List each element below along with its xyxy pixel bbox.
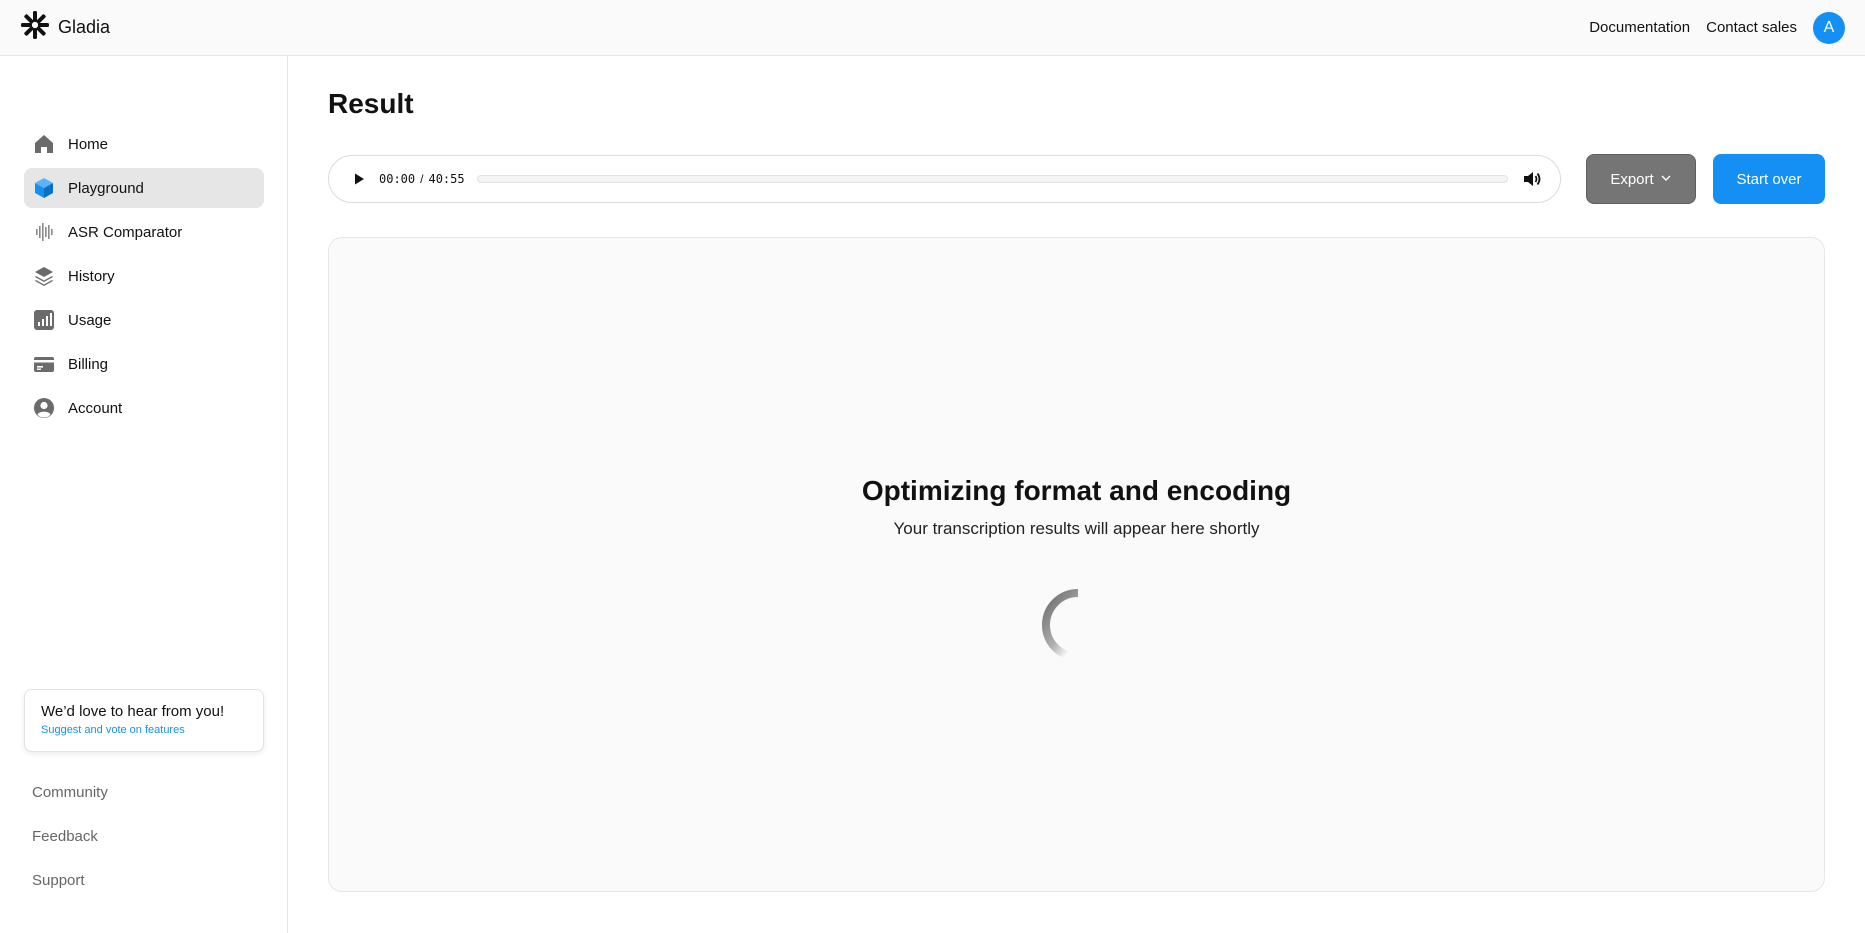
sidebar-item-playground[interactable]: Playground [24, 168, 264, 208]
user-circle-icon [32, 396, 56, 420]
status-subtitle: Your transcription results will appear h… [893, 519, 1260, 538]
brand[interactable]: Gladia [20, 10, 110, 45]
header-actions: Documentation Contact sales A [1589, 11, 1845, 44]
chevron-down-icon [1660, 171, 1672, 188]
main-content: Result 00:00 / 40:55 Export Start over O… [288, 56, 1865, 933]
play-icon [355, 173, 364, 185]
sidebar-item-usage[interactable]: Usage [24, 300, 264, 340]
credit-card-icon [32, 352, 56, 376]
top-bar: Gladia Documentation Contact sales A [0, 0, 1865, 56]
export-label: Export [1610, 170, 1654, 188]
feedback-link[interactable]: Feedback [32, 827, 108, 871]
cube-icon [32, 176, 56, 200]
volume-icon [1524, 172, 1541, 186]
contact-sales-link[interactable]: Contact sales [1706, 19, 1797, 36]
sidebar-item-asr-comparator[interactable]: ASR Comparator [24, 212, 264, 252]
sidebar-item-label: History [68, 267, 115, 285]
volume-button[interactable] [1520, 167, 1544, 191]
gladia-logo-icon [20, 10, 50, 45]
sidebar-item-account[interactable]: Account [24, 388, 264, 428]
sidebar-item-label: Account [68, 399, 123, 417]
sidebar-item-home[interactable]: Home [24, 124, 264, 164]
play-button[interactable] [347, 167, 371, 191]
feedback-card-title: We’d love to hear from you! [41, 703, 225, 720]
sidebar-nav: Home Playground ASR Comparator History U… [24, 124, 264, 432]
duration: 40:55 [428, 172, 465, 186]
loading-spinner-icon [1042, 589, 1079, 661]
sidebar-bottom-links: Community Feedback Support [32, 783, 108, 915]
result-panel: Optimizing format and encoding Your tran… [328, 237, 1825, 892]
feedback-card[interactable]: We’d love to hear from you! Suggest and … [24, 689, 264, 752]
sidebar-item-label: Usage [68, 311, 112, 329]
bar-chart-icon [32, 308, 56, 332]
page-title: Result [328, 88, 414, 119]
support-link[interactable]: Support [32, 871, 108, 915]
brand-name: Gladia [58, 17, 111, 37]
user-avatar[interactable]: A [1813, 11, 1845, 44]
export-button[interactable]: Export [1586, 154, 1696, 204]
sidebar-item-history[interactable]: History [24, 256, 264, 296]
sidebar: Home Playground ASR Comparator History U… [0, 56, 288, 933]
time-separator: / [420, 172, 424, 186]
home-icon [32, 132, 56, 156]
sidebar-item-label: Playground [68, 179, 144, 197]
community-link[interactable]: Community [32, 783, 108, 827]
audio-progress-slider[interactable] [476, 175, 1508, 183]
sidebar-item-label: Home [68, 135, 109, 153]
sidebar-item-billing[interactable]: Billing [24, 344, 264, 384]
waveform-icon [32, 220, 56, 244]
sidebar-item-label: Billing [68, 355, 109, 373]
start-over-button[interactable]: Start over [1713, 154, 1825, 204]
audio-player: 00:00 / 40:55 [328, 155, 1561, 203]
current-time: 00:00 [379, 172, 416, 186]
status-title: Optimizing format and encoding [861, 475, 1292, 506]
documentation-link[interactable]: Documentation [1589, 19, 1690, 36]
sidebar-item-label: ASR Comparator [68, 223, 183, 241]
suggest-features-link[interactable]: Suggest and vote on features [41, 724, 247, 736]
layers-icon [32, 264, 56, 288]
